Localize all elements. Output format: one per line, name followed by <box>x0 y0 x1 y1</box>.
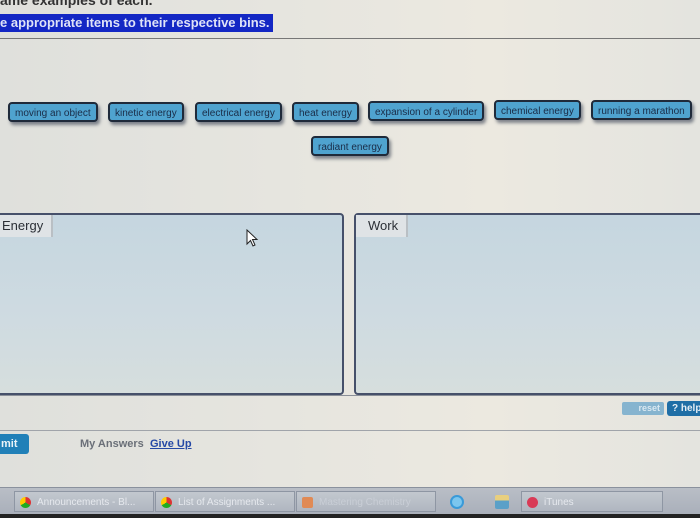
instruction-text: e appropriate items to their respective … <box>0 14 274 32</box>
draggable-chip[interactable]: moving an object <box>8 102 98 122</box>
give-up-link[interactable]: Give Up <box>150 438 192 450</box>
my-answers-label: My Answers <box>80 438 144 450</box>
app-icon <box>302 497 313 508</box>
taskbar-item-mastering[interactable]: Mastering Chemistry <box>296 491 436 512</box>
draggable-chip[interactable]: kinetic energy <box>108 102 184 122</box>
draggable-chip[interactable]: running a marathon <box>591 100 692 120</box>
divider <box>0 38 700 39</box>
internet-explorer-icon[interactable] <box>450 495 464 509</box>
reset-button[interactable]: reset <box>622 402 664 415</box>
chrome-icon <box>161 497 172 508</box>
bin-energy[interactable]: Energy <box>0 213 344 395</box>
draggable-chip[interactable]: heat energy <box>292 102 359 122</box>
bin-label: Energy <box>0 215 54 237</box>
taskbar: Announcements - Bl... List of Assignment… <box>0 487 700 515</box>
help-button[interactable]: ? help <box>667 401 700 416</box>
draggable-chip[interactable]: electrical energy <box>195 102 282 122</box>
chrome-icon <box>20 497 31 508</box>
partial-heading: ame examples of each. <box>0 0 153 8</box>
draggable-chip[interactable]: radiant energy <box>311 136 389 156</box>
task-label: Announcements - Bl... <box>37 497 136 508</box>
task-label: Mastering Chemistry <box>319 497 411 508</box>
mouse-cursor-icon <box>246 229 259 247</box>
bin-work[interactable]: Work <box>354 213 700 395</box>
task-label: iTunes <box>544 497 574 508</box>
divider <box>0 395 700 396</box>
submit-button[interactable]: mit <box>0 434 29 454</box>
taskbar-item-assignments[interactable]: List of Assignments ... <box>155 491 295 512</box>
bin-label: Work <box>356 215 409 237</box>
draggable-chip[interactable]: expansion of a cylinder <box>368 101 485 121</box>
file-explorer-icon[interactable] <box>495 495 509 509</box>
taskbar-item-announcements[interactable]: Announcements - Bl... <box>14 491 154 512</box>
itunes-icon <box>527 497 538 508</box>
taskbar-item-itunes[interactable]: iTunes <box>521 491 663 512</box>
draggable-chip[interactable]: chemical energy <box>494 100 581 120</box>
divider <box>0 430 700 431</box>
task-label: List of Assignments ... <box>178 497 276 508</box>
screen-bezel <box>0 514 700 518</box>
